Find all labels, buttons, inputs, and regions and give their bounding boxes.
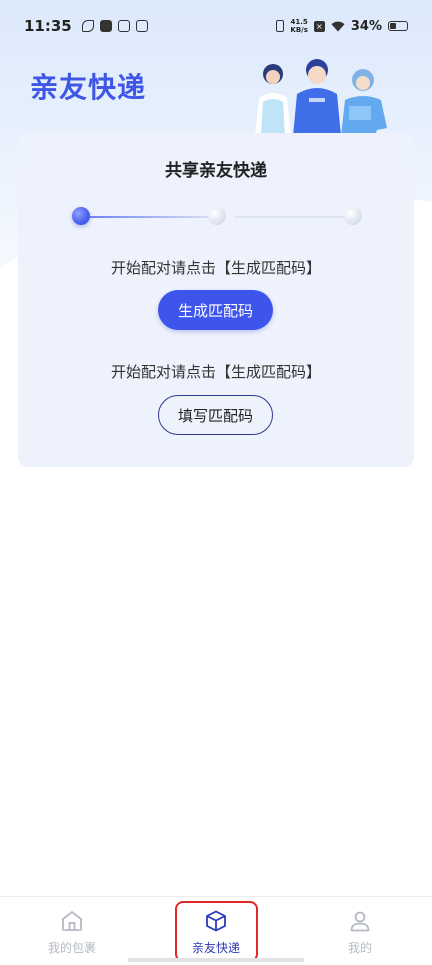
network-speed-unit: KB/s: [290, 26, 308, 34]
user-icon: [350, 911, 370, 932]
status-time: 11:35: [24, 17, 72, 35]
status-right: 41.5 KB/s × 34%: [276, 18, 408, 34]
card-title: 共享亲友快递: [165, 161, 267, 181]
home-icon: [62, 911, 82, 931]
battery-icon: [388, 21, 408, 31]
calendar-app-icon: [117, 20, 130, 32]
no-sim-icon: ×: [313, 20, 325, 32]
play-app-icon: [99, 20, 112, 32]
step-progress: [72, 207, 362, 227]
generate-hint: 开始配对请点击【生成匹配码】: [110, 259, 321, 277]
generate-code-button[interactable]: 生成匹配码: [158, 290, 273, 330]
page-title: 亲友快递: [30, 71, 147, 104]
step-connector-2: [235, 216, 345, 218]
battery-percent: 34%: [350, 18, 382, 34]
share-card: 共享亲友快递 开始配对请点击【生成匹配码】 生成匹配码 开始配对请点击【生成匹配…: [18, 133, 414, 467]
wifi-icon: [331, 21, 345, 31]
home-indicator[interactable]: [128, 958, 304, 962]
leaf-app-icon: [81, 20, 94, 32]
step-dot-1: [72, 207, 90, 225]
fill-code-button[interactable]: 填写匹配码: [158, 395, 273, 435]
tab-mine[interactable]: 我的: [300, 897, 420, 965]
step-connector-1: [90, 216, 208, 218]
status-bar: 11:35 41.5 KB/s × 34%: [0, 0, 432, 52]
tab-mine-label: 我的: [347, 941, 372, 955]
step-dot-2: [208, 207, 226, 225]
vibrate-icon: [276, 20, 285, 32]
people-illustration: [255, 59, 387, 136]
status-left: 11:35: [24, 17, 148, 35]
mail-app-icon: [135, 20, 148, 32]
network-speed-value: 41.5: [290, 18, 308, 26]
active-tab-highlight: [175, 901, 258, 962]
tab-my-packages[interactable]: 我的包裹: [12, 897, 132, 965]
battery-level: [390, 23, 397, 29]
step-dot-3: [344, 207, 362, 225]
tab-my-packages-label: 我的包裹: [47, 941, 96, 955]
fill-hint: 开始配对请点击【生成匹配码】: [110, 363, 321, 381]
network-speed: 41.5 KB/s: [290, 18, 307, 34]
